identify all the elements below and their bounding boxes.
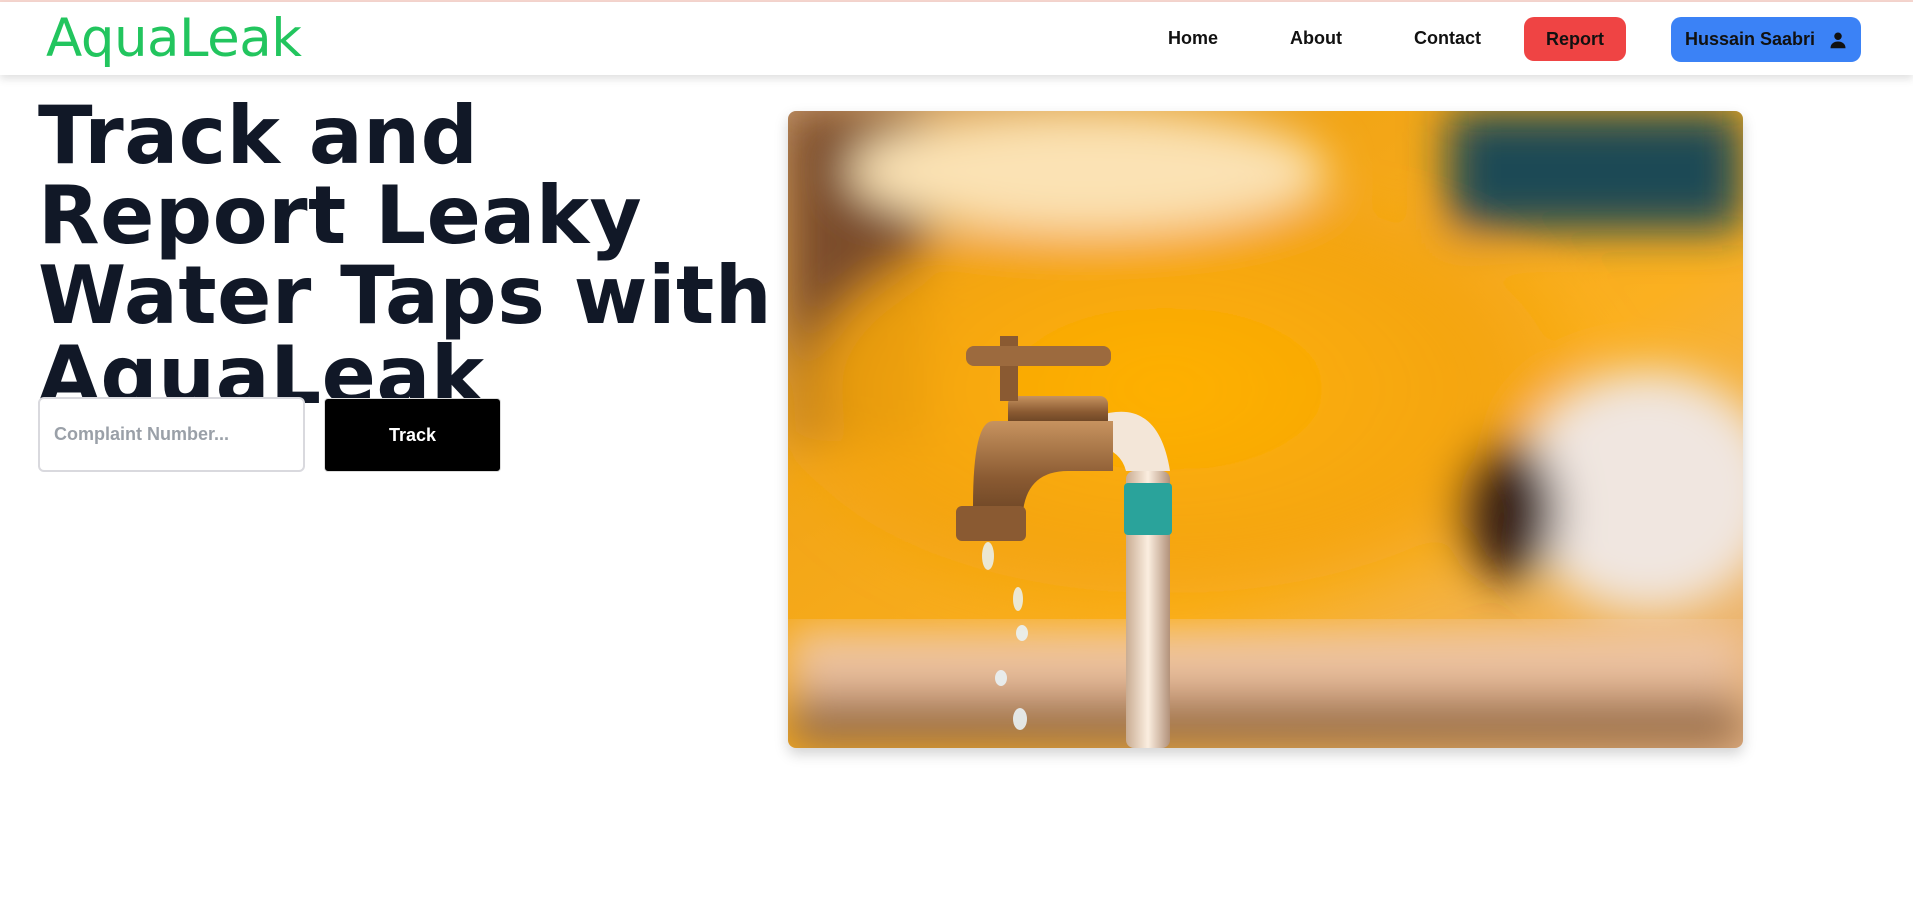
hero-title: Track and Report Leaky Water Taps with A… <box>38 89 773 422</box>
leaking-tap-illustration <box>788 111 1743 748</box>
track-button[interactable]: Track <box>324 398 501 472</box>
nav-contact-link[interactable]: Contact <box>1414 28 1481 49</box>
nav-about-link[interactable]: About <box>1290 28 1342 49</box>
complaint-number-input[interactable] <box>38 397 305 472</box>
navbar: AquaLeak Home About Contact Report Hussa… <box>0 2 1913 75</box>
user-icon <box>1830 32 1846 48</box>
report-button-label: Report <box>1546 28 1604 49</box>
user-menu-button[interactable]: Hussain Saabri <box>1671 17 1861 62</box>
report-button[interactable]: Report <box>1524 17 1626 61</box>
nav-home-link[interactable]: Home <box>1168 28 1218 49</box>
user-name: Hussain Saabri <box>1684 29 1816 49</box>
hero-image <box>788 111 1743 748</box>
track-button-label: Track <box>388 424 437 445</box>
brand-logo[interactable]: AquaLeak <box>46 8 302 69</box>
